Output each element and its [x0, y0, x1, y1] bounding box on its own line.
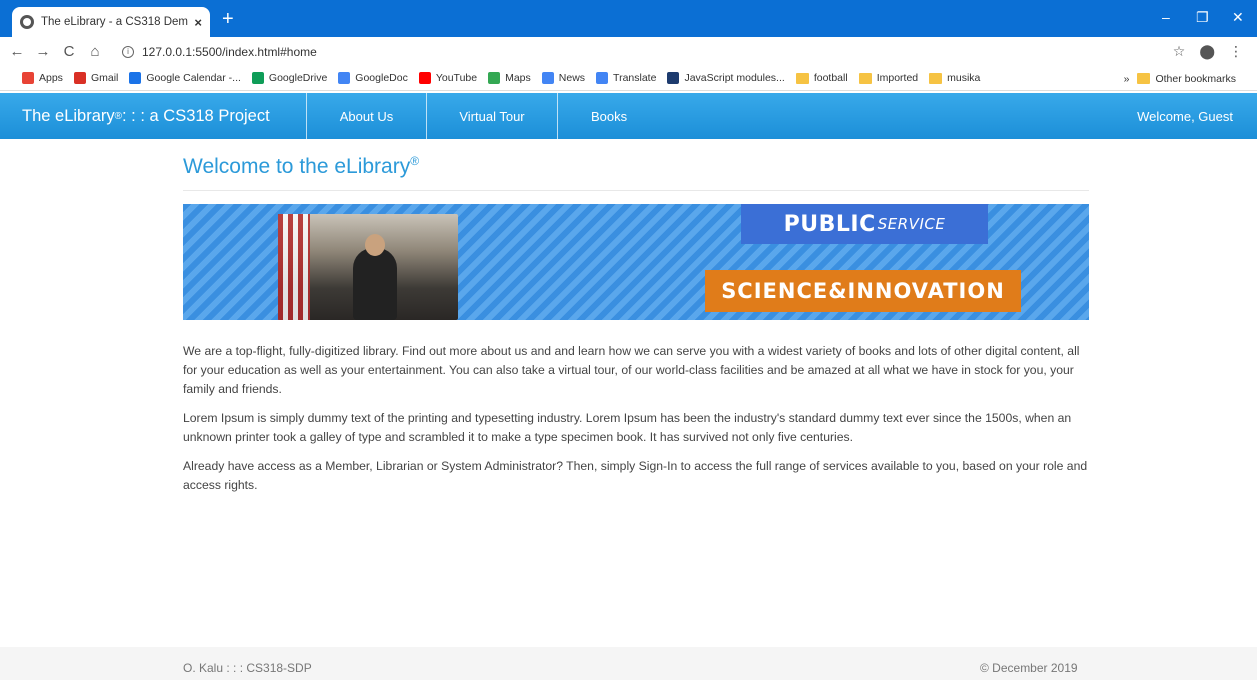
flag-graphic [278, 214, 310, 320]
footer-copyright: © December 2019 [980, 661, 1078, 675]
signin-paragraph: Already have access as a Member, Librari… [183, 459, 1088, 492]
tab-close-button[interactable]: × [194, 15, 202, 30]
browser-tab[interactable]: The eLibrary - a CS318 Demo SPA × [12, 7, 210, 37]
youtube-icon [418, 72, 431, 84]
close-window-button[interactable]: ✕ [1232, 9, 1244, 26]
maximize-button[interactable]: ❐ [1196, 9, 1209, 26]
forward-button[interactable]: → [34, 43, 52, 60]
js-modules-icon [667, 72, 680, 84]
lorem-paragraph: Lorem Ipsum is simply dummy text of the … [183, 411, 1072, 444]
public-service-label: PUBLIC SERVICE [741, 204, 988, 244]
address-bar-row: ← → C ⌂ i 127.0.0.1:5500/index.html#home… [0, 37, 1257, 66]
url-field[interactable]: i 127.0.0.1:5500/index.html#home [122, 45, 1173, 59]
hero-banner: PUBLIC SERVICE SCIENCE&INNOVATION [183, 204, 1089, 320]
gmail-icon [73, 72, 86, 84]
address-bar-actions: ☆ ⬤ ⋮ [1173, 43, 1243, 60]
speaker-head [365, 234, 385, 256]
main-content: Welcome to the eLibrary® PUBLIC SERVICE S… [183, 139, 1089, 495]
bookmarks-bar: Apps Gmail Google Calendar -... GoogleDr… [0, 66, 1257, 91]
doc-icon [338, 72, 351, 84]
nav-about-us[interactable]: About Us [307, 93, 427, 139]
brand-link[interactable]: The eLibrary ® : : : a CS318 Project [0, 93, 307, 139]
nav-virtual-tour[interactable]: Virtual Tour [427, 93, 558, 139]
minimize-button[interactable]: – [1162, 9, 1170, 25]
page-footer: O. Kalu : : : CS318-SDP © December 2019 [0, 647, 1257, 680]
bookmark-item[interactable]: GoogleDoc [338, 72, 408, 84]
bookmark-item[interactable]: JavaScript modules... [667, 72, 785, 84]
tab-title: The eLibrary - a CS318 Demo SPA [41, 16, 189, 28]
bookmark-item[interactable]: YouTube [418, 72, 477, 84]
speaker-figure [353, 248, 397, 320]
nav-books[interactable]: Books [558, 93, 658, 139]
bookmarks-overflow: » Other bookmarks [1123, 66, 1247, 90]
info-icon[interactable]: i [122, 45, 134, 58]
folder-icon [929, 72, 943, 84]
maps-icon [488, 72, 501, 84]
new-tab-button[interactable]: + [222, 9, 234, 29]
translate-icon [596, 72, 609, 84]
bookmark-item[interactable]: News [541, 72, 585, 84]
bookmark-star-icon[interactable]: ☆ [1173, 43, 1186, 60]
welcome-guest-link[interactable]: Welcome, Guest [1137, 93, 1233, 139]
browser-tab-strip: The eLibrary - a CS318 Demo SPA × + – ❐ … [0, 0, 1257, 37]
reload-button[interactable]: C [60, 43, 78, 60]
bookmark-folder[interactable]: musika [929, 72, 980, 84]
bookmark-item[interactable]: Apps [22, 72, 63, 84]
apps-icon [22, 72, 34, 84]
folder-icon [858, 72, 872, 84]
app-navbar: The eLibrary ® : : : a CS318 Project Abou… [0, 93, 1257, 139]
bookmark-folder[interactable]: football [795, 72, 848, 84]
folder-icon [1137, 73, 1151, 84]
drive-icon [251, 72, 264, 84]
footer-author: O. Kalu : : : CS318-SDP [183, 661, 312, 675]
bookmark-item[interactable]: Translate [596, 72, 656, 84]
news-icon [541, 72, 554, 84]
profile-icon[interactable]: ⬤ [1199, 43, 1215, 60]
home-button[interactable]: ⌂ [86, 43, 104, 60]
bookmark-item[interactable]: Gmail [73, 72, 118, 84]
page-title: Welcome to the eLibrary® [183, 154, 420, 178]
intro-paragraph: We are a top-flight, fully-digitized lib… [183, 344, 1080, 396]
overflow-chevron-icon[interactable]: » [1124, 73, 1130, 85]
url-text[interactable]: 127.0.0.1:5500/index.html#home [142, 45, 317, 59]
other-bookmarks[interactable]: Other bookmarks [1137, 73, 1236, 85]
folder-icon [795, 72, 809, 84]
calendar-icon [129, 72, 142, 84]
bookmark-item[interactable]: Google Calendar -... [129, 72, 241, 84]
bookmark-folder[interactable]: Imported [858, 72, 918, 84]
back-button[interactable]: ← [8, 43, 26, 60]
menu-icon[interactable]: ⋮ [1229, 43, 1243, 60]
science-innovation-label: SCIENCE&INNOVATION [705, 270, 1021, 312]
title-divider [183, 190, 1089, 191]
bookmark-item[interactable]: Maps [488, 72, 531, 84]
globe-icon [20, 15, 34, 29]
bookmark-item[interactable]: GoogleDrive [251, 72, 327, 84]
